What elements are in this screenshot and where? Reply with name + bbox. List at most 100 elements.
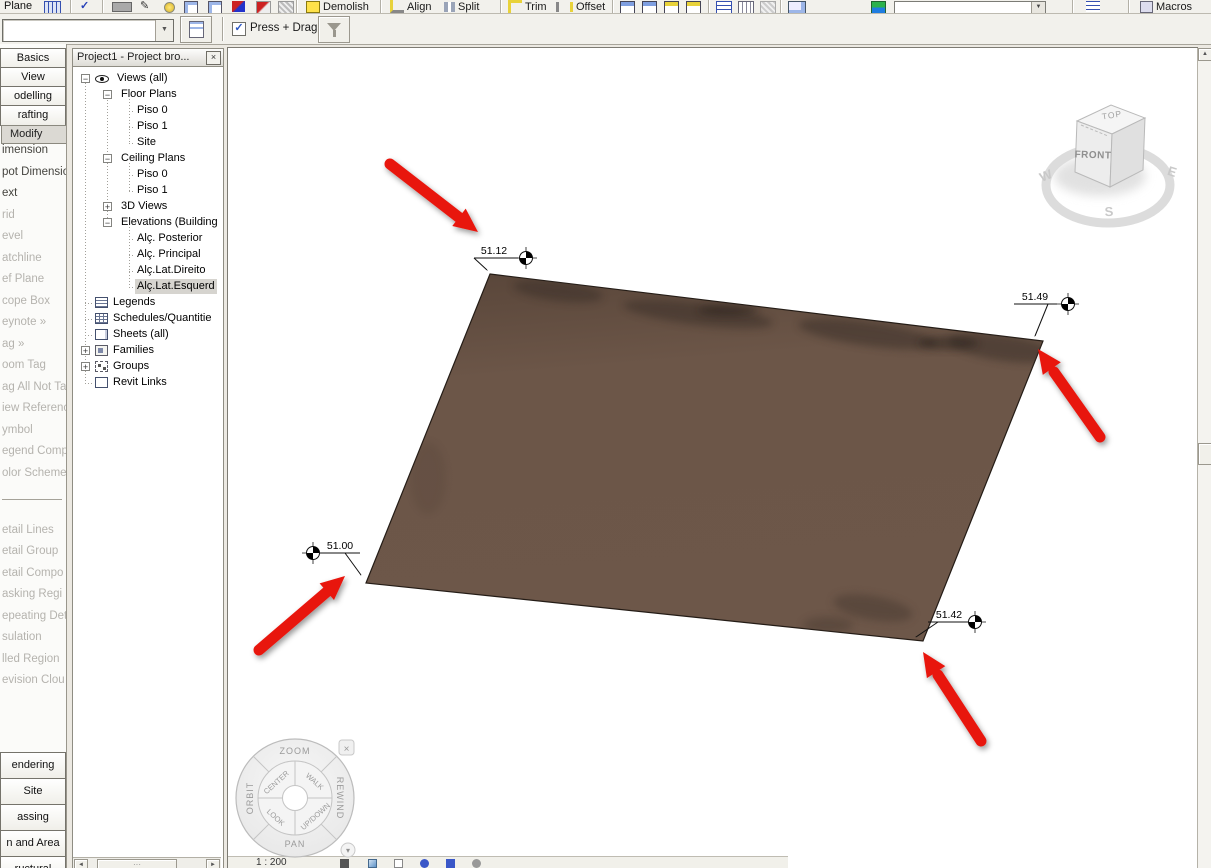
offset-tool[interactable]: Offset: [556, 0, 605, 13]
wheel-close-icon[interactable]: ×: [344, 744, 350, 755]
tree-item-3d-views[interactable]: + 3D Views: [73, 199, 221, 215]
design-option-selector[interactable]: ▼: [894, 1, 1046, 13]
page-tool-icon[interactable]: [208, 1, 222, 13]
paint-tool-icon[interactable]: [232, 1, 245, 12]
scrollbar-thumb[interactable]: [1198, 443, 1211, 465]
tab-drafting[interactable]: rafting: [0, 105, 66, 126]
tree-item-floor-plans[interactable]: − Floor Plans: [73, 87, 221, 103]
page-tool-icon[interactable]: [184, 1, 198, 13]
element-properties-button[interactable]: [180, 16, 212, 43]
demolish-tool[interactable]: Demolish: [306, 0, 369, 13]
tree-item-piso0[interactable]: Piso 0: [73, 103, 221, 119]
model-view[interactable]: 51.12 51.49 51.00 51.42 W E S TOP FRONT …: [228, 48, 1197, 868]
tab-basics[interactable]: Basics: [0, 48, 66, 69]
wheel-rewind[interactable]: REWIND: [335, 777, 345, 820]
tab-rendering[interactable]: endering: [0, 752, 66, 779]
collapse-icon[interactable]: −: [103, 218, 112, 228]
view-tool-icon[interactable]: [620, 1, 635, 13]
tree-item-sheets[interactable]: Sheets (all): [73, 327, 221, 343]
tab-structural[interactable]: ructural: [0, 856, 66, 868]
type-selector[interactable]: ▼: [2, 19, 174, 42]
filter-button[interactable]: [318, 16, 350, 43]
toolbar-separator: [1128, 0, 1130, 13]
project-browser-titlebar[interactable]: Project1 - Project bro... ×: [73, 49, 223, 67]
press-drag-checkbox[interactable]: ✓: [232, 22, 246, 36]
scroll-up-icon[interactable]: ▲: [1198, 48, 1211, 61]
match-tool-icon[interactable]: [256, 1, 271, 13]
toposurface[interactable]: [365, 273, 1059, 642]
list-icon[interactable]: [1086, 1, 1100, 12]
viewcube[interactable]: W E S TOP FRONT: [1037, 104, 1179, 228]
macros-tool[interactable]: Macros: [1140, 0, 1192, 13]
find-tool-icon[interactable]: [788, 1, 806, 13]
compass-east[interactable]: E: [1166, 163, 1179, 180]
tab-view[interactable]: View: [0, 67, 66, 88]
tab-site[interactable]: Site: [0, 778, 66, 805]
render-bulb-icon[interactable]: [164, 2, 175, 13]
view-tool-icon[interactable]: [664, 1, 679, 13]
tree-item-alc-principal[interactable]: Alç. Principal: [73, 247, 221, 263]
tree-item-elevations[interactable]: − Elevations (Building: [73, 215, 221, 231]
pencil-icon[interactable]: ✎: [140, 0, 149, 13]
drawing-area[interactable]: 1 : 200 51.12 51.49 51.00 51.42 W E S TO…: [227, 47, 1198, 868]
tree-item-piso1[interactable]: Piso 1: [73, 119, 221, 135]
table-pencil-icon[interactable]: [738, 1, 754, 13]
tree-item-families[interactable]: + Families: [73, 343, 221, 359]
filter-icon: [327, 22, 341, 37]
tree-item-alc-posterior[interactable]: Alç. Posterior: [73, 231, 221, 247]
steering-wheel[interactable]: ZOOM PAN ORBIT REWIND CENTER WALK LOOK U…: [235, 738, 356, 858]
scroll-left-icon[interactable]: ◄: [74, 859, 88, 868]
tree-item-legends[interactable]: Legends: [73, 295, 221, 311]
tab-massing[interactable]: assing: [0, 804, 66, 831]
tree-item-schedules[interactable]: Schedules/Quantitie: [73, 311, 221, 327]
collapse-icon[interactable]: −: [103, 90, 112, 100]
wheel-orbit[interactable]: ORBIT: [245, 782, 255, 815]
chevron-down-icon[interactable]: ▼: [1031, 2, 1045, 13]
wheel-pan[interactable]: PAN: [285, 839, 306, 849]
tool-text[interactable]: ext: [2, 185, 17, 201]
canvas-vertical-scrollbar[interactable]: ▲: [1197, 48, 1211, 868]
tree-item-views-all[interactable]: − Views (all): [73, 71, 221, 87]
check-icon[interactable]: ✓: [80, 0, 89, 13]
tab-room-and-area[interactable]: n and Area: [0, 830, 66, 857]
expand-icon[interactable]: +: [103, 202, 112, 212]
tree-item-alc-lat-direito[interactable]: Alç.Lat.Direito: [73, 263, 221, 279]
tree-item-alc-lat-esquerd[interactable]: Alç.Lat.Esquerd: [73, 279, 221, 295]
scroll-right-icon[interactable]: ►: [206, 859, 220, 868]
spot-elevation-51-12[interactable]: 51.12: [473, 245, 537, 270]
wheel-zoom[interactable]: ZOOM: [280, 746, 311, 756]
view-tool-icon[interactable]: [642, 1, 657, 13]
tree-item-groups[interactable]: + Groups: [73, 359, 221, 375]
compass-south[interactable]: S: [1104, 204, 1114, 219]
tree-item-ceiling-plans[interactable]: − Ceiling Plans: [73, 151, 221, 167]
design-bar: Basics View odelling rafting Modify imen…: [0, 44, 67, 868]
plane-tool-label[interactable]: Plane: [4, 0, 32, 13]
close-icon[interactable]: ×: [206, 51, 221, 65]
tree-item-site[interactable]: Site: [73, 135, 221, 151]
expand-icon[interactable]: +: [81, 362, 90, 372]
linework-swatch-icon[interactable]: [112, 2, 132, 12]
collapse-icon[interactable]: −: [103, 154, 112, 164]
grid-plus-icon[interactable]: [716, 1, 732, 13]
wheel-menu-icon[interactable]: ▾: [346, 846, 350, 855]
collapse-icon[interactable]: −: [81, 74, 90, 84]
tab-modelling[interactable]: odelling: [0, 86, 66, 107]
design-option-icon[interactable]: [871, 1, 886, 13]
spot-elevation-51-49[interactable]: 51.49: [1014, 291, 1079, 336]
expand-icon[interactable]: +: [81, 346, 90, 356]
browser-horizontal-scrollbar[interactable]: ◄ ··· ►: [73, 857, 221, 868]
tree-item-piso1-ceiling[interactable]: Piso 1: [73, 183, 221, 199]
tool-dimension[interactable]: imension: [2, 142, 48, 158]
spot-elevation-51-00[interactable]: 51.00: [302, 540, 361, 575]
scrollbar-thumb[interactable]: ···: [97, 859, 177, 868]
work-grid-icon[interactable]: [44, 1, 61, 13]
tool-spot-dimension[interactable]: pot Dimensio: [2, 164, 66, 180]
viewcube-front-label[interactable]: FRONT: [1074, 149, 1111, 161]
align-tool[interactable]: Align: [390, 0, 431, 13]
trim-tool[interactable]: Trim: [508, 0, 547, 13]
view-tool-icon[interactable]: [686, 1, 701, 13]
tree-item-piso0-ceiling[interactable]: Piso 0: [73, 167, 221, 183]
split-tool[interactable]: Split: [444, 0, 479, 13]
tree-item-revit-links[interactable]: Revit Links: [73, 375, 221, 391]
chevron-down-icon[interactable]: ▼: [155, 20, 173, 41]
